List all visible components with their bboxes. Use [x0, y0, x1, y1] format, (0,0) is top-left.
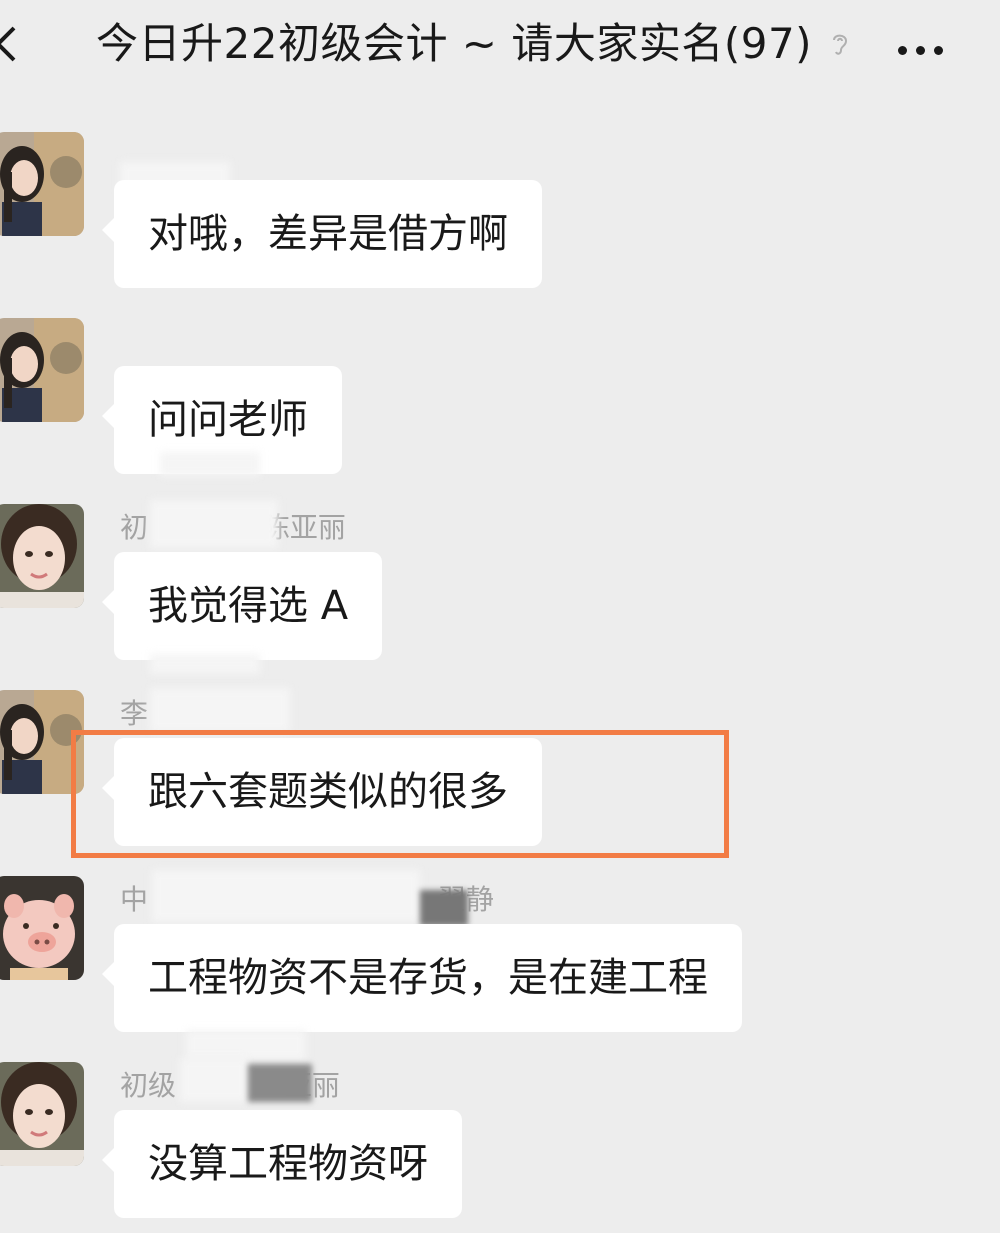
girl-dark-hair-avatar[interactable] — [0, 318, 84, 422]
ear-icon — [833, 34, 848, 55]
girl-selfie-avatar[interactable] — [0, 504, 84, 608]
message-item: 中 翟静 工程物资不是存货，是在建工程 — [0, 870, 1000, 1060]
blurred-region — [180, 1058, 248, 1102]
pig-avatar[interactable] — [0, 876, 84, 980]
blurred-region — [420, 890, 468, 926]
more-dots-icon[interactable] — [898, 40, 954, 55]
highlight-box — [71, 730, 729, 858]
blurred-region — [160, 452, 260, 476]
message-bubble[interactable]: 对哦，差异是借方啊 — [102, 180, 542, 288]
blurred-region — [150, 654, 260, 674]
chat-title: 今日升22初级会计 ~ 请大家实名(97) — [96, 19, 813, 68]
message-item: 初 陈亚丽 我觉得选 A — [0, 500, 1000, 674]
girl-selfie-avatar[interactable] — [0, 1062, 84, 1166]
blurred-region — [150, 500, 278, 548]
chevron-left-icon[interactable] — [0, 24, 26, 64]
message-item: 问问老师 — [0, 318, 1000, 478]
girl-dark-hair-avatar[interactable] — [0, 132, 84, 236]
blurred-region — [186, 1030, 306, 1060]
message-bubble[interactable]: 没算工程物资呀 — [102, 1110, 462, 1218]
blurred-region — [248, 1064, 312, 1102]
chat-header: 今日升22初级会计 ~ 请大家实名(97) — [0, 0, 1000, 90]
blurred-region — [152, 870, 420, 922]
message-bubble[interactable]: 我觉得选 A — [101, 552, 383, 660]
sender-name: 李 — [120, 697, 149, 730]
chat-screen: 今日升22初级会计 ~ 请大家实名(97) 对哦，差异是借方啊 问问老师 初 陈… — [0, 0, 1000, 1233]
blurred-region — [150, 688, 290, 732]
message-item: 初级 亚丽 没算工程物资呀 — [0, 1058, 1000, 1222]
message-bubble[interactable]: 工程物资不是存货，是在建工程 — [102, 924, 742, 1032]
message-item: 对哦，差异是借方啊 — [0, 132, 1000, 292]
